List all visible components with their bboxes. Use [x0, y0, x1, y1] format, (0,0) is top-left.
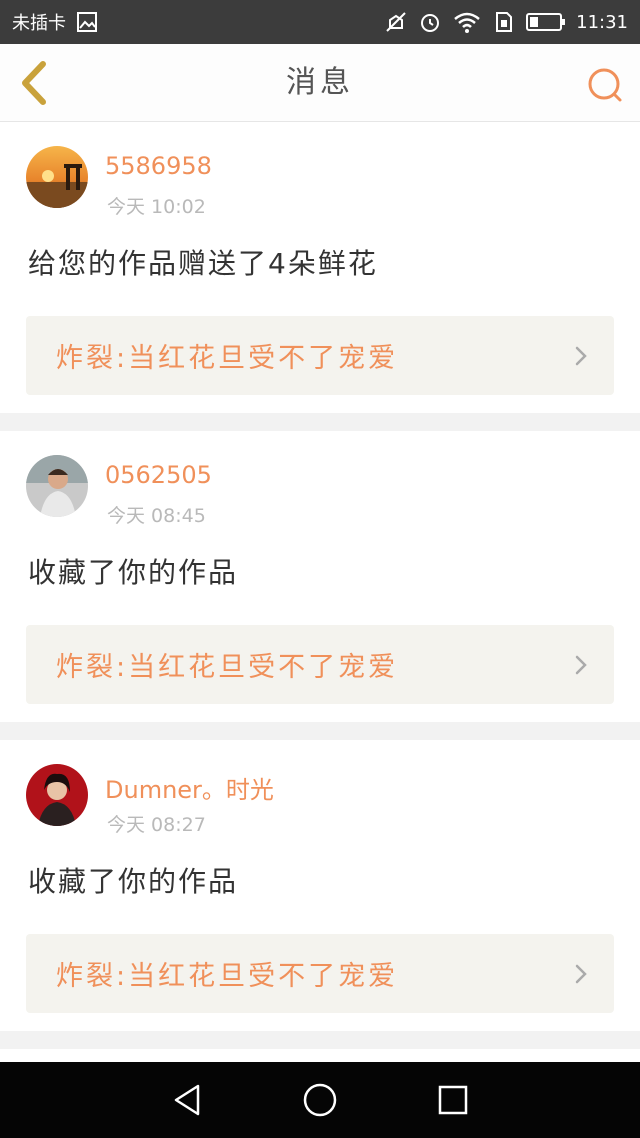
sim-icon — [492, 10, 516, 34]
back-triangle-icon — [174, 1084, 199, 1116]
message-text: 给您的作品赠送了4朵鲜花 — [28, 247, 378, 280]
message-text: 收藏了你的作品 — [28, 556, 239, 589]
message-card: 5205895 — [0, 1049, 640, 1062]
chevron-right-icon — [574, 654, 588, 676]
system-nav-bar — [0, 1062, 640, 1138]
message-feed[interactable]: 5586958 今天 10:02 给您的作品赠送了4朵鲜花 炸裂:当红花旦受不了… — [0, 122, 640, 1062]
nav-recents-button[interactable] — [423, 1070, 483, 1130]
work-title: 炸裂:当红花旦受不了宠爱 — [56, 343, 399, 374]
divider — [0, 722, 640, 740]
home-circle-icon — [303, 1083, 337, 1117]
battery-icon — [526, 11, 566, 33]
divider — [0, 1031, 640, 1049]
chevron-right-icon — [574, 345, 588, 367]
page-title: 消息 — [286, 65, 354, 100]
message-card: Dumner。时光 今天 08:27 收藏了你的作品 炸裂:当红花旦受不了宠爱 — [0, 740, 640, 1031]
username[interactable]: 5586958 — [105, 152, 212, 180]
status-bar: 未插卡 11:31 — [0, 0, 640, 44]
timestamp: 今天 10:02 — [107, 196, 206, 218]
recents-square-icon — [439, 1085, 468, 1115]
work-title: 炸裂:当红花旦受不了宠爱 — [56, 652, 399, 683]
avatar[interactable] — [26, 455, 88, 517]
message-card: 0562505 今天 08:45 收藏了你的作品 炸裂:当红花旦受不了宠爱 — [0, 431, 640, 722]
work-link[interactable]: 炸裂:当红花旦受不了宠爱 — [26, 625, 614, 704]
timestamp: 今天 08:45 — [107, 505, 206, 527]
wifi-icon — [452, 10, 482, 34]
alarm-icon — [418, 10, 442, 34]
username[interactable]: 0562505 — [105, 461, 212, 489]
chevron-right-icon — [574, 963, 588, 985]
message-text: 收藏了你的作品 — [28, 865, 239, 898]
work-link[interactable]: 炸裂:当红花旦受不了宠爱 — [26, 316, 614, 395]
message-card: 5586958 今天 10:02 给您的作品赠送了4朵鲜花 炸裂:当红花旦受不了… — [0, 122, 640, 413]
mute-icon — [384, 10, 408, 34]
avatar[interactable] — [26, 764, 88, 826]
divider — [0, 413, 640, 431]
search-icon — [588, 68, 622, 102]
timestamp: 今天 08:27 — [107, 814, 206, 836]
avatar[interactable] — [26, 146, 88, 208]
nav-home-button[interactable] — [290, 1070, 350, 1130]
work-link[interactable]: 炸裂:当红花旦受不了宠爱 — [26, 934, 614, 1013]
work-title: 炸裂:当红花旦受不了宠爱 — [56, 961, 399, 992]
clock: 11:31 — [576, 11, 628, 33]
username[interactable]: Dumner。时光 — [105, 770, 274, 805]
carrier-label: 未插卡 — [12, 13, 66, 34]
nav-back-button[interactable] — [157, 1070, 217, 1130]
image-icon — [76, 11, 98, 33]
search-button[interactable] — [586, 66, 624, 104]
top-bar: 消息 — [0, 44, 640, 122]
